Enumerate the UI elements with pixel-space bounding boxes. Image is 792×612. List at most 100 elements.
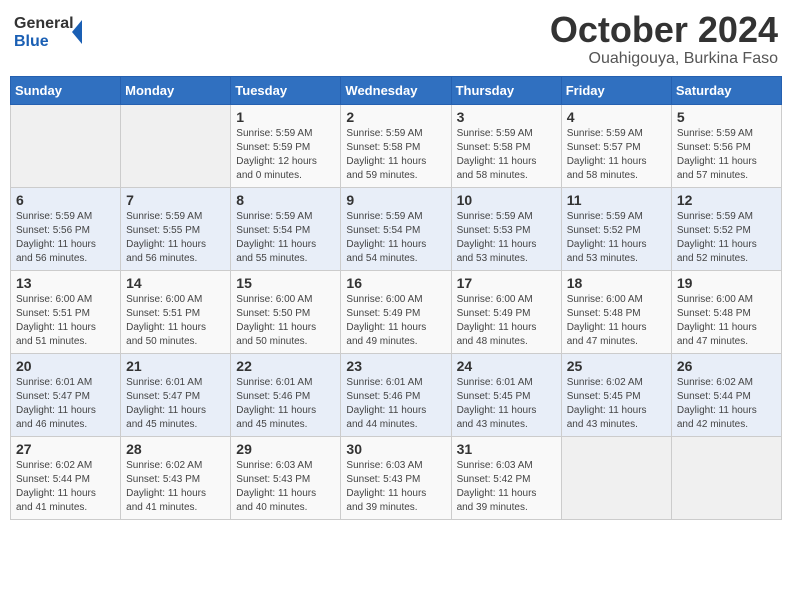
calendar-week-row: 27 Sunrise: 6:02 AM Sunset: 5:44 PM Dayli… [11, 436, 782, 519]
day-info: Sunrise: 5:59 AM Sunset: 5:52 PM Dayligh… [567, 210, 666, 266]
day-number: 24 [457, 358, 556, 374]
page-header: GeneralBlue October 2024 Ouahigouya, Bur… [10, 10, 782, 68]
day-number: 1 [236, 109, 335, 125]
logo: GeneralBlue [14, 10, 94, 54]
day-number: 7 [126, 192, 225, 208]
calendar-cell: 15Sunrise: 6:00 AM Sunset: 5:50 PM Dayli… [231, 270, 341, 353]
logo-icon: GeneralBlue [14, 10, 94, 54]
day-number: 8 [236, 192, 335, 208]
day-number: 2 [346, 109, 445, 125]
calendar-cell: 17Sunrise: 6:00 AM Sunset: 5:49 PM Dayli… [451, 270, 561, 353]
day-info: Sunrise: 5:59 AM Sunset: 5:53 PM Dayligh… [457, 210, 556, 266]
day-info: Sunrise: 6:00 AM Sunset: 5:51 PM Dayligh… [126, 293, 225, 349]
day-number: 13 [16, 275, 115, 291]
calendar-cell: 31Sunrise: 6:03 AM Sunset: 5:42 PM Dayli… [451, 436, 561, 519]
calendar-week-row: 1 Sunrise: 5:59 AM Sunset: 5:59 PM Daylig… [11, 104, 782, 187]
weekday-header-tuesday: Tuesday [231, 76, 341, 104]
calendar-week-row: 20 Sunrise: 6:01 AM Sunset: 5:47 PM Dayli… [11, 353, 782, 436]
day-number: 14 [126, 275, 225, 291]
calendar-cell: 3 Sunrise: 5:59 AM Sunset: 5:58 PM Daylig… [451, 104, 561, 187]
title-block: October 2024 Ouahigouya, Burkina Faso [550, 10, 778, 68]
day-info: Sunrise: 5:59 AM Sunset: 5:58 PM Dayligh… [457, 127, 556, 183]
calendar-cell: 7 Sunrise: 5:59 AM Sunset: 5:55 PM Daylig… [121, 187, 231, 270]
day-info: Sunrise: 6:03 AM Sunset: 5:43 PM Dayligh… [346, 459, 445, 515]
calendar-cell: 16 Sunrise: 6:00 AM Sunset: 5:49 PM Dayli… [341, 270, 451, 353]
calendar-cell [561, 436, 671, 519]
day-info: Sunrise: 6:02 AM Sunset: 5:44 PM Dayligh… [16, 459, 115, 515]
day-number: 20 [16, 358, 115, 374]
calendar-week-row: 6Sunrise: 5:59 AM Sunset: 5:56 PM Daylig… [11, 187, 782, 270]
day-number: 6 [16, 192, 115, 208]
weekday-header-monday: Monday [121, 76, 231, 104]
calendar-cell: 13 Sunrise: 6:00 AM Sunset: 5:51 PM Dayli… [11, 270, 121, 353]
day-info: Sunrise: 6:00 AM Sunset: 5:48 PM Dayligh… [567, 293, 666, 349]
day-number: 30 [346, 441, 445, 457]
calendar-cell: 4Sunrise: 5:59 AM Sunset: 5:57 PM Daylig… [561, 104, 671, 187]
day-number: 19 [677, 275, 776, 291]
weekday-header-friday: Friday [561, 76, 671, 104]
calendar-cell: 8 Sunrise: 5:59 AM Sunset: 5:54 PM Daylig… [231, 187, 341, 270]
weekday-header-thursday: Thursday [451, 76, 561, 104]
day-number: 21 [126, 358, 225, 374]
calendar-cell: 9Sunrise: 5:59 AM Sunset: 5:54 PM Daylig… [341, 187, 451, 270]
calendar-cell: 28Sunrise: 6:02 AM Sunset: 5:43 PM Dayli… [121, 436, 231, 519]
day-info: Sunrise: 6:02 AM Sunset: 5:45 PM Dayligh… [567, 376, 666, 432]
calendar-cell: 1 Sunrise: 5:59 AM Sunset: 5:59 PM Daylig… [231, 104, 341, 187]
calendar-cell: 18 Sunrise: 6:00 AM Sunset: 5:48 PM Dayli… [561, 270, 671, 353]
day-number: 16 [346, 275, 445, 291]
day-info: Sunrise: 6:03 AM Sunset: 5:43 PM Dayligh… [236, 459, 335, 515]
day-number: 31 [457, 441, 556, 457]
day-number: 23 [346, 358, 445, 374]
weekday-header-row: SundayMondayTuesdayWednesdayThursdayFrid… [11, 76, 782, 104]
calendar-cell: 30 Sunrise: 6:03 AM Sunset: 5:43 PM Dayli… [341, 436, 451, 519]
day-info: Sunrise: 5:59 AM Sunset: 5:58 PM Dayligh… [346, 127, 445, 183]
day-info: Sunrise: 6:01 AM Sunset: 5:45 PM Dayligh… [457, 376, 556, 432]
calendar-cell [671, 436, 781, 519]
weekday-header-sunday: Sunday [11, 76, 121, 104]
calendar-cell: 11 Sunrise: 5:59 AM Sunset: 5:52 PM Dayli… [561, 187, 671, 270]
calendar-cell: 2 Sunrise: 5:59 AM Sunset: 5:58 PM Daylig… [341, 104, 451, 187]
day-info: Sunrise: 5:59 AM Sunset: 5:52 PM Dayligh… [677, 210, 776, 266]
day-number: 10 [457, 192, 556, 208]
calendar-table: SundayMondayTuesdayWednesdayThursdayFrid… [10, 76, 782, 520]
day-info: Sunrise: 6:01 AM Sunset: 5:46 PM Dayligh… [346, 376, 445, 432]
calendar-cell: 12 Sunrise: 5:59 AM Sunset: 5:52 PM Dayli… [671, 187, 781, 270]
calendar-cell [121, 104, 231, 187]
day-info: Sunrise: 6:00 AM Sunset: 5:51 PM Dayligh… [16, 293, 115, 349]
calendar-cell: 23 Sunrise: 6:01 AM Sunset: 5:46 PM Dayli… [341, 353, 451, 436]
day-info: Sunrise: 6:02 AM Sunset: 5:44 PM Dayligh… [677, 376, 776, 432]
calendar-cell: 19 Sunrise: 6:00 AM Sunset: 5:48 PM Dayli… [671, 270, 781, 353]
calendar-cell: 29 Sunrise: 6:03 AM Sunset: 5:43 PM Dayli… [231, 436, 341, 519]
day-info: Sunrise: 5:59 AM Sunset: 5:59 PM Dayligh… [236, 127, 335, 183]
day-number: 27 [16, 441, 115, 457]
day-info: Sunrise: 6:00 AM Sunset: 5:49 PM Dayligh… [346, 293, 445, 349]
calendar-cell: 6Sunrise: 5:59 AM Sunset: 5:56 PM Daylig… [11, 187, 121, 270]
calendar-cell: 20 Sunrise: 6:01 AM Sunset: 5:47 PM Dayli… [11, 353, 121, 436]
day-info: Sunrise: 5:59 AM Sunset: 5:57 PM Dayligh… [567, 127, 666, 183]
weekday-header-saturday: Saturday [671, 76, 781, 104]
calendar-cell: 27 Sunrise: 6:02 AM Sunset: 5:44 PM Dayli… [11, 436, 121, 519]
day-info: Sunrise: 6:01 AM Sunset: 5:47 PM Dayligh… [126, 376, 225, 432]
day-info: Sunrise: 6:00 AM Sunset: 5:48 PM Dayligh… [677, 293, 776, 349]
day-info: Sunrise: 5:59 AM Sunset: 5:56 PM Dayligh… [677, 127, 776, 183]
day-number: 29 [236, 441, 335, 457]
day-info: Sunrise: 5:59 AM Sunset: 5:54 PM Dayligh… [236, 210, 335, 266]
svg-text:General: General [14, 15, 74, 32]
day-number: 18 [567, 275, 666, 291]
day-number: 3 [457, 109, 556, 125]
calendar-cell: 24 Sunrise: 6:01 AM Sunset: 5:45 PM Dayli… [451, 353, 561, 436]
calendar-cell: 25Sunrise: 6:02 AM Sunset: 5:45 PM Dayli… [561, 353, 671, 436]
calendar-cell: 21 Sunrise: 6:01 AM Sunset: 5:47 PM Dayli… [121, 353, 231, 436]
calendar-cell: 5Sunrise: 5:59 AM Sunset: 5:56 PM Daylig… [671, 104, 781, 187]
day-number: 12 [677, 192, 776, 208]
day-number: 22 [236, 358, 335, 374]
calendar-cell: 14 Sunrise: 6:00 AM Sunset: 5:51 PM Dayli… [121, 270, 231, 353]
day-number: 26 [677, 358, 776, 374]
day-info: Sunrise: 6:01 AM Sunset: 5:47 PM Dayligh… [16, 376, 115, 432]
location: Ouahigouya, Burkina Faso [550, 50, 778, 68]
day-number: 28 [126, 441, 225, 457]
day-info: Sunrise: 5:59 AM Sunset: 5:54 PM Dayligh… [346, 210, 445, 266]
day-number: 17 [457, 275, 556, 291]
day-number: 11 [567, 192, 666, 208]
day-info: Sunrise: 5:59 AM Sunset: 5:55 PM Dayligh… [126, 210, 225, 266]
